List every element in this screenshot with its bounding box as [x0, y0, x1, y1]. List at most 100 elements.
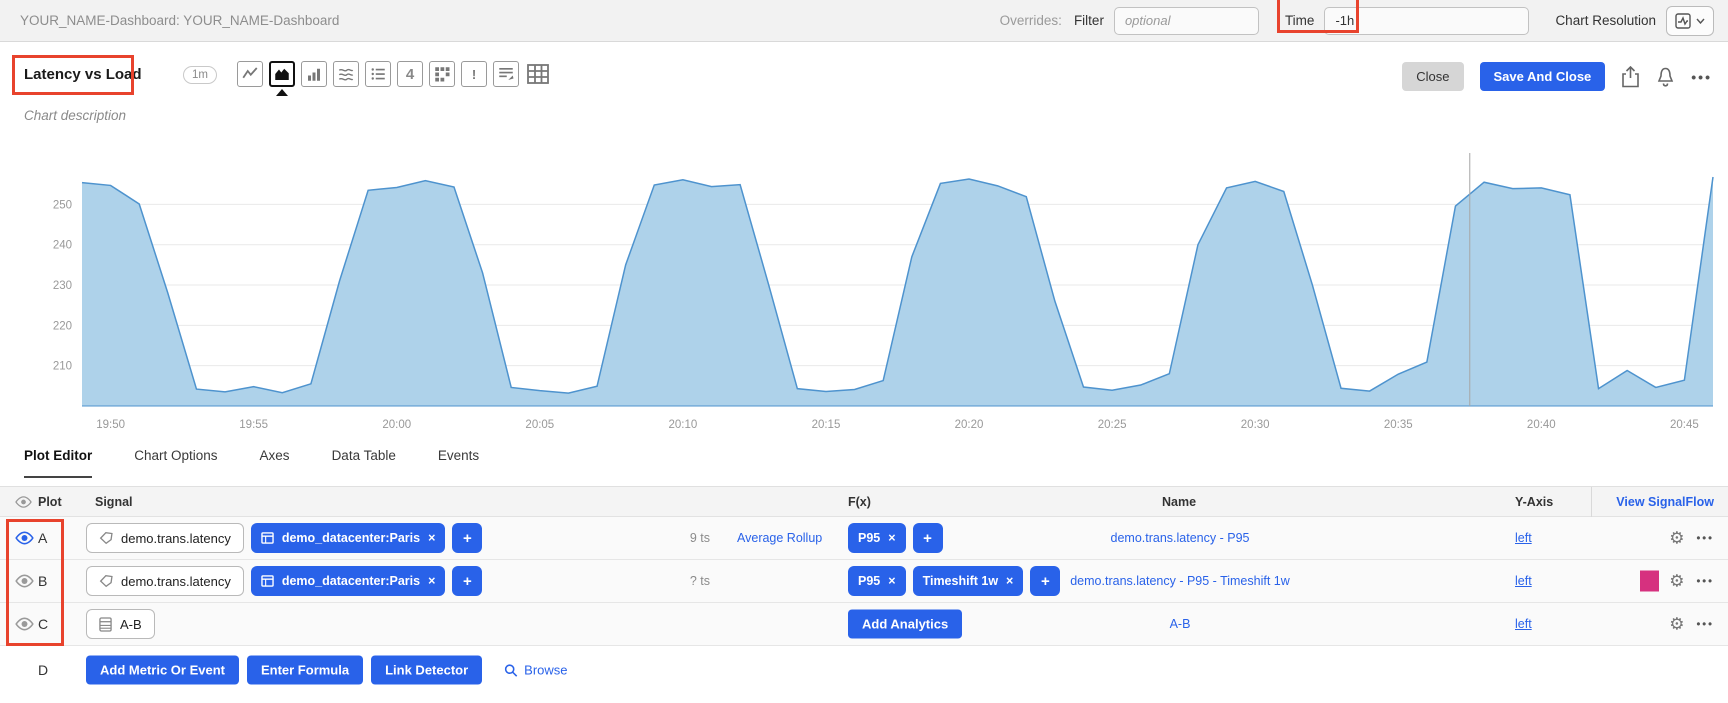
svg-text:20:45: 20:45: [1670, 419, 1699, 431]
analytics-chip[interactable]: P95×: [848, 566, 906, 596]
time-input[interactable]: [1324, 7, 1529, 35]
row-actions: ⚙ •••: [1669, 530, 1714, 547]
event-feed-chart-icon[interactable]: !: [461, 61, 487, 87]
plot-visibility-toggle[interactable]: [14, 531, 35, 545]
y-axis-cell: left: [1515, 574, 1532, 588]
chart-resolution-dropdown[interactable]: [1666, 6, 1714, 36]
view-signalflow-link[interactable]: View SignalFlow: [1616, 495, 1714, 509]
filter-chip[interactable]: demo_datacenter:Paris×: [251, 566, 446, 596]
overrides-label: Overrides:: [1000, 13, 1062, 28]
remove-filter-icon[interactable]: ×: [428, 531, 435, 545]
color-swatch[interactable]: [1640, 571, 1659, 592]
plot-visibility-toggle[interactable]: [14, 574, 35, 588]
plot-visibility-toggle[interactable]: [14, 617, 35, 631]
col-plot: Plot: [38, 495, 62, 509]
chart-title-wrap: Latency vs Load: [24, 66, 142, 84]
resolution-badge: 1m: [183, 66, 217, 84]
tab-plot-editor[interactable]: Plot Editor: [24, 448, 92, 478]
plot-table-header: Plot Signal F(x) Name Y-Axis View Signal…: [0, 487, 1728, 517]
y-axis-cell: left: [1515, 531, 1532, 545]
row-more-options-icon[interactable]: •••: [1696, 575, 1714, 587]
pulse-icon: [1675, 13, 1691, 29]
gear-icon[interactable]: ⚙: [1669, 530, 1684, 547]
plot-row-b: B demo.trans.latency demo_datacenter:Par…: [0, 560, 1728, 603]
remove-filter-icon[interactable]: ×: [428, 574, 435, 588]
svg-text:20:25: 20:25: [1098, 419, 1127, 431]
breadcrumb: YOUR_NAME-Dashboard: YOUR_NAME-Dashboard: [20, 13, 339, 28]
chart-title[interactable]: Latency vs Load: [24, 66, 142, 83]
filter-label: Filter: [1074, 13, 1104, 28]
heatmap-chart-icon[interactable]: [429, 61, 455, 87]
plot-row-c: C A-B Add Analytics A-B left ⚙ •••: [0, 603, 1728, 646]
name-cell: demo.trans.latency - P95: [960, 531, 1400, 545]
y-axis-link[interactable]: left: [1515, 617, 1532, 631]
svg-text:20:30: 20:30: [1241, 419, 1270, 431]
close-button[interactable]: Close: [1402, 62, 1463, 91]
add-analytics-button[interactable]: Add Analytics: [848, 610, 962, 639]
signal-input[interactable]: demo.trans.latency: [86, 523, 244, 553]
row-actions: ⚙ •••: [1640, 571, 1714, 592]
add-analytics-button[interactable]: +: [913, 523, 943, 553]
single-value-chart-icon[interactable]: 4: [397, 61, 423, 87]
area-chart-icon[interactable]: [269, 61, 295, 87]
gear-icon[interactable]: ⚙: [1669, 616, 1684, 633]
svg-text:19:50: 19:50: [96, 419, 125, 431]
more-options-icon[interactable]: •••: [1691, 69, 1712, 85]
svg-text:230: 230: [53, 280, 72, 292]
gear-icon[interactable]: ⚙: [1669, 573, 1684, 590]
plot-name-link[interactable]: demo.trans.latency - P95: [1111, 531, 1250, 545]
chart-area[interactable]: 21022023024025019:5019:5520:0020:0520:10…: [24, 148, 1716, 436]
time-group: Time: [1285, 7, 1530, 35]
table-chart-icon[interactable]: [525, 61, 551, 87]
browse-link[interactable]: Browse: [504, 663, 567, 678]
filter-input[interactable]: [1114, 7, 1259, 35]
remove-analytics-icon[interactable]: ×: [888, 531, 895, 545]
signal-cell: A-B: [86, 609, 155, 639]
row-actions: ⚙ •••: [1669, 616, 1714, 633]
plot-name-link[interactable]: demo.trans.latency - P95 - Timeshift 1w: [1070, 574, 1290, 588]
share-icon[interactable]: [1621, 66, 1640, 88]
stacked-chart-icon[interactable]: [333, 61, 359, 87]
plot-letter: A: [38, 530, 47, 546]
plot-rows: A demo.trans.latency demo_datacenter:Par…: [0, 517, 1728, 694]
add-filter-button[interactable]: +: [452, 523, 482, 553]
tab-data-table[interactable]: Data Table: [332, 448, 396, 478]
chevron-down-icon: [1696, 18, 1705, 24]
plot-table: Plot Signal F(x) Name Y-Axis View Signal…: [0, 487, 1728, 694]
remove-analytics-icon[interactable]: ×: [888, 574, 895, 588]
add-row-actions: Add Metric Or Event Enter Formula Link Det…: [86, 656, 568, 685]
analytics-chip[interactable]: P95×: [848, 523, 906, 553]
plot-name-link[interactable]: A-B: [1170, 617, 1191, 631]
plot-row-d: D Add Metric Or EventEnter FormulaLink D…: [0, 646, 1728, 694]
link-detector-button[interactable]: Link Detector: [371, 656, 482, 685]
svg-text:250: 250: [53, 199, 72, 211]
y-axis-link[interactable]: left: [1515, 574, 1532, 588]
tab-events[interactable]: Events: [438, 448, 479, 478]
rollup-link[interactable]: Average Rollup: [737, 531, 822, 545]
list-chart-icon[interactable]: [365, 61, 391, 87]
view-signalflow-cell: View SignalFlow: [1591, 487, 1714, 517]
search-icon: [504, 663, 518, 677]
line-chart-icon[interactable]: [237, 61, 263, 87]
column-chart-icon[interactable]: [301, 61, 327, 87]
y-axis-link[interactable]: left: [1515, 531, 1532, 545]
tab-axes[interactable]: Axes: [260, 448, 290, 478]
add-filter-button[interactable]: +: [452, 566, 482, 596]
signal-input[interactable]: A-B: [86, 609, 155, 639]
chart-description[interactable]: Chart description: [24, 108, 126, 123]
bell-icon[interactable]: [1656, 66, 1675, 88]
eye-icon[interactable]: [14, 495, 33, 508]
svg-text:240: 240: [53, 240, 72, 252]
enter-formula-button[interactable]: Enter Formula: [247, 656, 363, 685]
row-more-options-icon[interactable]: •••: [1696, 618, 1714, 630]
signal-input[interactable]: demo.trans.latency: [86, 566, 244, 596]
save-and-close-button[interactable]: Save And Close: [1480, 62, 1606, 91]
add-metric-or-event-button[interactable]: Add Metric Or Event: [86, 656, 239, 685]
col-y-axis: Y-Axis: [1515, 495, 1553, 509]
row-more-options-icon[interactable]: •••: [1696, 532, 1714, 544]
tab-chart-options[interactable]: Chart Options: [134, 448, 217, 478]
overrides-controls: Overrides: Filter Time Chart Resolution: [1000, 6, 1714, 36]
editor-header: Latency vs Load 1m 4: [0, 42, 1728, 148]
filter-chip[interactable]: demo_datacenter:Paris×: [251, 523, 446, 553]
text-note-chart-icon[interactable]: [493, 61, 519, 87]
